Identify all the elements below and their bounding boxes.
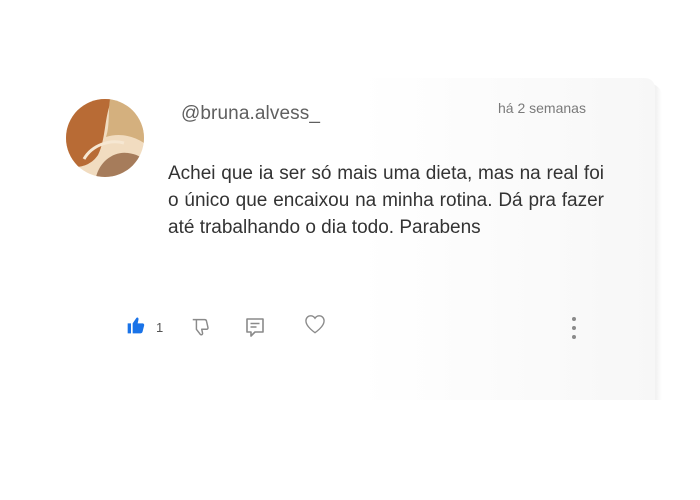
reply-icon: [245, 317, 265, 344]
comment-username[interactable]: @bruna.alvess_: [181, 103, 320, 125]
heart-icon: [304, 314, 326, 339]
thumbs-up-icon: [126, 315, 146, 340]
reply-button[interactable]: [245, 317, 265, 344]
more-options-button[interactable]: [568, 315, 580, 346]
more-options-icon: [568, 315, 580, 346]
comment-screen: @bruna.alvess_ há 2 semanas Achei que ia…: [0, 0, 700, 500]
like-count: 1: [156, 320, 164, 335]
like-button[interactable]: 1: [126, 315, 163, 340]
comment-timestamp: há 2 semanas: [498, 100, 586, 116]
comment-text: Achei que ia ser só mais uma dieta, mas …: [168, 163, 604, 238]
avatar-image: [66, 99, 144, 177]
heart-button[interactable]: [304, 314, 326, 339]
avatar[interactable]: [66, 99, 144, 177]
thumbs-down-icon: [190, 316, 212, 343]
dislike-button[interactable]: [190, 316, 212, 343]
